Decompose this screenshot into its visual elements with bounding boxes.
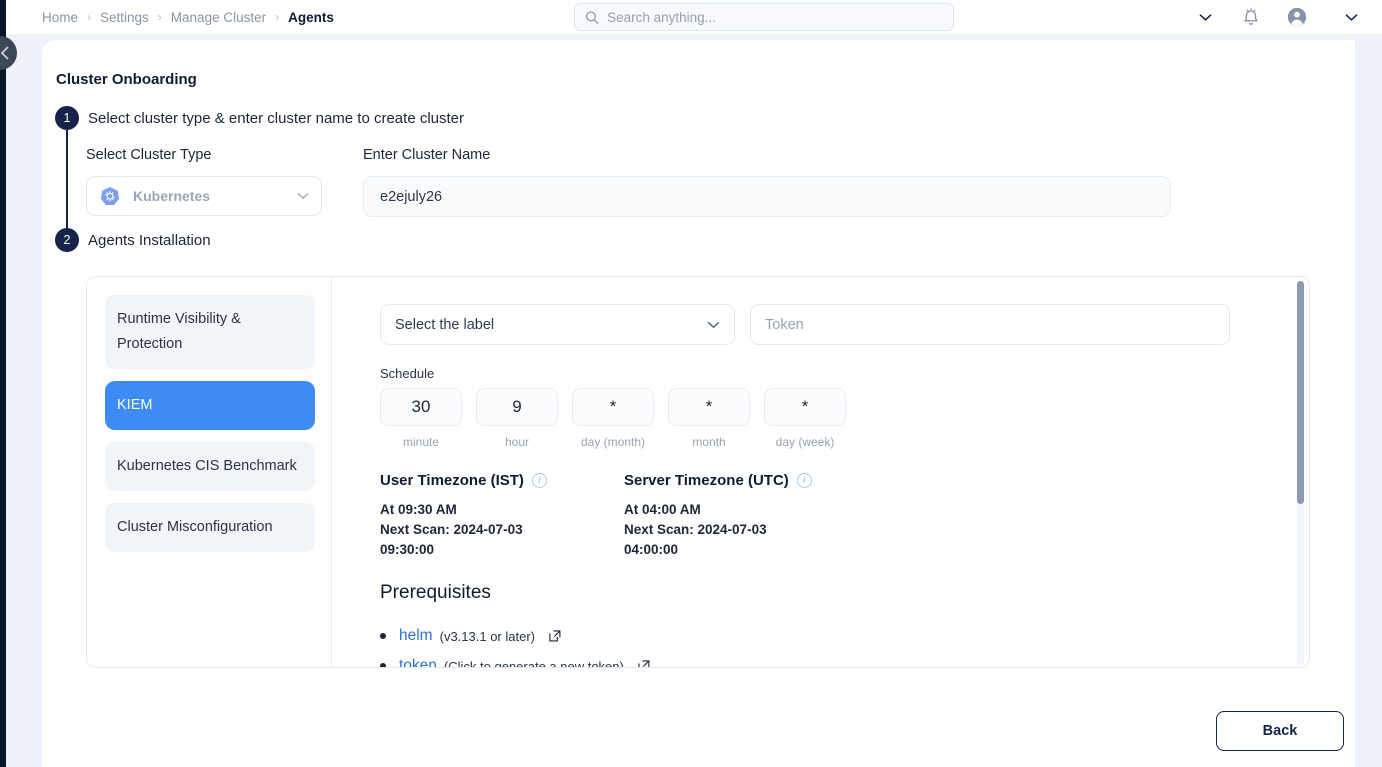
server-timezone-block: Server Timezone (UTC) i At 04:00 AM Next…: [624, 472, 854, 560]
server-timezone-next-scan-time: 04:00:00: [624, 542, 679, 557]
bullet-icon: [380, 663, 386, 667]
cron-input-day-month[interactable]: *: [572, 388, 654, 426]
cron-caption-day-week: day (week): [775, 435, 835, 449]
config-pane-scrollbar[interactable]: [1297, 281, 1304, 665]
cluster-name-input[interactable]: [363, 176, 1171, 217]
cron-input-day-week[interactable]: *: [764, 388, 846, 426]
cron-caption-day-month: day (month): [580, 435, 646, 449]
user-timezone-time: At 09:30 AM: [380, 502, 457, 517]
chevron-down-icon: [707, 321, 720, 328]
server-timezone-title: Server Timezone (UTC): [624, 472, 789, 489]
breadcrumb-item-agents: Agents: [288, 9, 334, 25]
server-timezone-heading: Server Timezone (UTC) i: [624, 472, 854, 489]
agents-installation-panel: Runtime Visibility & Protection KIEM Kub…: [86, 276, 1310, 668]
top-bar: Home › Settings › Manage Cluster › Agent…: [6, 0, 1382, 34]
user-avatar-icon: [1287, 7, 1307, 27]
search-input[interactable]: [607, 9, 943, 25]
bullet-icon: [380, 633, 386, 639]
agent-item-runtime-visibility-protection[interactable]: Runtime Visibility & Protection: [105, 295, 315, 369]
breadcrumb-separator: ›: [275, 10, 280, 24]
agent-item-cluster-misconfiguration[interactable]: Cluster Misconfiguration: [105, 503, 315, 552]
breadcrumb-separator: ›: [157, 10, 162, 24]
page-title: Cluster Onboarding: [56, 71, 197, 88]
user-timezone-title: User Timezone (IST): [380, 472, 524, 489]
cron-caption-minute: minute: [402, 435, 440, 449]
info-icon[interactable]: i: [796, 473, 812, 488]
stepper-connector: [66, 130, 68, 230]
user-timezone-block: User Timezone (IST) i At 09:30 AM Next S…: [380, 472, 610, 560]
cron-input-hour[interactable]: 9: [476, 388, 558, 426]
chevron-down-icon: [297, 192, 309, 200]
external-link-icon[interactable]: [637, 659, 651, 668]
agent-config-pane: Select the label Schedule 30 minute 9 ho…: [332, 277, 1309, 667]
breadcrumb-separator: ›: [87, 10, 92, 24]
cron-field-minute: 30 minute: [380, 388, 462, 449]
breadcrumb: Home › Settings › Manage Cluster › Agent…: [42, 10, 334, 25]
bell-icon: [1244, 8, 1258, 25]
token-input[interactable]: [750, 304, 1230, 345]
scrollbar-thumb[interactable]: [1297, 281, 1304, 504]
chevron-left-icon: [0, 46, 9, 60]
server-timezone-next-scan: Next Scan: 2024-07-03: [624, 522, 767, 537]
search-icon: [585, 10, 599, 24]
cron-field-month: * month: [668, 388, 750, 449]
user-profile-button[interactable]: [1274, 0, 1320, 34]
breadcrumb-item-manage-cluster[interactable]: Manage Cluster: [171, 10, 266, 25]
prerequisites-list: helm (v3.13.1 or later) token (Click to …: [380, 627, 651, 668]
chevron-down-icon: [1198, 13, 1212, 21]
label-enter-cluster-name: Enter Cluster Name: [363, 147, 491, 163]
user-menu-chevron-button[interactable]: [1320, 0, 1382, 34]
prerequisite-item-token: token (Click to generate a new token): [380, 657, 651, 668]
topbar-actions: [1182, 0, 1382, 34]
cron-input-minute[interactable]: 30: [380, 388, 462, 426]
cluster-type-dropdown[interactable]: Kubernetes: [86, 176, 322, 216]
external-link-icon[interactable]: [548, 629, 562, 643]
info-icon[interactable]: i: [531, 473, 547, 488]
agent-item-kubernetes-cis-benchmark[interactable]: Kubernetes CIS Benchmark: [105, 442, 315, 491]
user-timezone-next-scan: Next Scan: 2024-07-03: [380, 522, 523, 537]
cron-field-day-week: * day (week): [764, 388, 846, 449]
prerequisite-note-token: (Click to generate a new token): [443, 658, 624, 668]
app-switcher-chevron-button[interactable]: [1182, 0, 1228, 34]
label-dropdown[interactable]: Select the label: [380, 304, 735, 345]
user-timezone-details: At 09:30 AM Next Scan: 2024-07-03 09:30:…: [380, 500, 610, 560]
global-search[interactable]: [574, 3, 954, 31]
user-timezone-next-scan-time: 09:30:00: [380, 542, 435, 557]
prerequisites-title: Prerequisites: [380, 582, 491, 603]
prerequisite-item-helm: helm (v3.13.1 or later): [380, 627, 651, 645]
breadcrumb-item-home[interactable]: Home: [42, 10, 78, 25]
kubernetes-icon: [99, 185, 121, 207]
server-timezone-details: At 04:00 AM Next Scan: 2024-07-03 04:00:…: [624, 500, 854, 560]
prerequisite-note-helm: (v3.13.1 or later): [439, 628, 535, 644]
label-select-cluster-type: Select Cluster Type: [86, 147, 212, 163]
breadcrumb-item-settings[interactable]: Settings: [100, 10, 149, 25]
cron-input-month[interactable]: *: [668, 388, 750, 426]
step-badge-1: 1: [55, 106, 79, 130]
notifications-button[interactable]: [1228, 0, 1274, 34]
schedule-label: Schedule: [380, 366, 435, 381]
step-title-2: Agents Installation: [88, 232, 211, 249]
prerequisite-link-token[interactable]: token: [399, 657, 437, 667]
step-title-1: Select cluster type & enter cluster name…: [88, 110, 465, 127]
prerequisite-link-helm[interactable]: helm: [399, 627, 433, 645]
cron-field-day-month: * day (month): [572, 388, 654, 449]
cron-caption-hour: hour: [504, 435, 530, 449]
agent-item-kiem[interactable]: KIEM: [105, 381, 315, 430]
main-content-card: Cluster Onboarding 1 Select cluster type…: [42, 40, 1355, 767]
cron-schedule-row: 30 minute 9 hour * day (month) * month *: [380, 388, 846, 449]
cron-field-hour: 9 hour: [476, 388, 558, 449]
server-timezone-time: At 04:00 AM: [624, 502, 701, 517]
step-badge-2: 2: [55, 228, 79, 252]
back-button[interactable]: Back: [1216, 711, 1344, 751]
user-timezone-heading: User Timezone (IST) i: [380, 472, 610, 489]
cluster-type-value: Kubernetes: [133, 188, 211, 204]
label-dropdown-value: Select the label: [395, 316, 495, 333]
cron-caption-month: month: [692, 435, 726, 449]
chevron-down-icon: [1344, 13, 1358, 21]
agent-type-list: Runtime Visibility & Protection KIEM Kub…: [105, 295, 315, 564]
